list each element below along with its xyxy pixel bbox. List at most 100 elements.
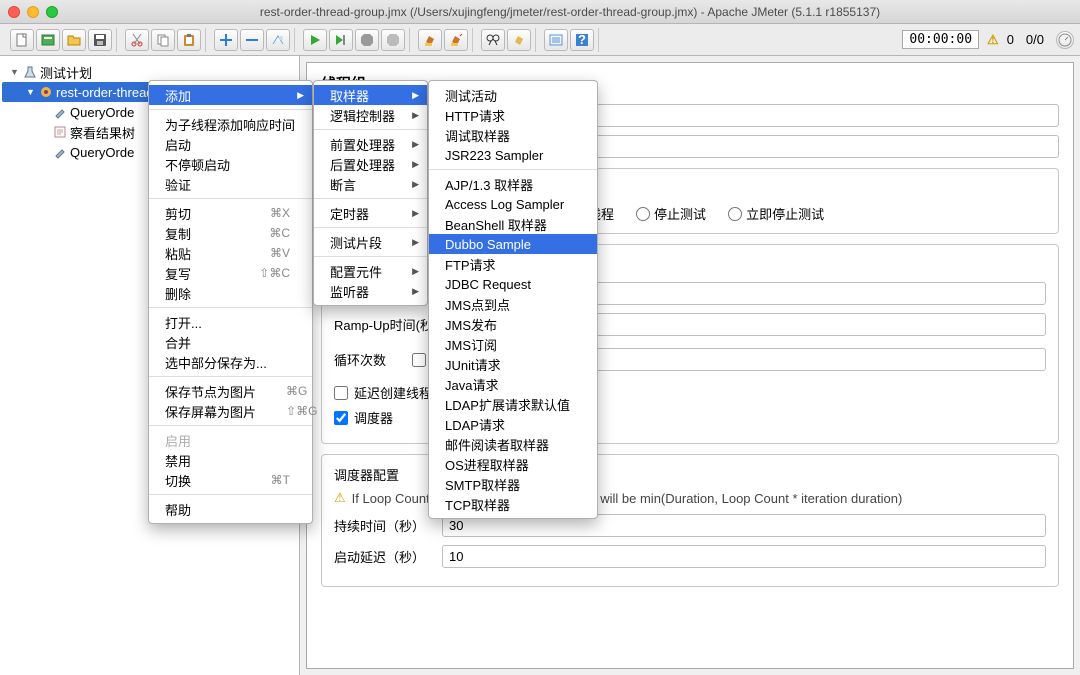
clear-button[interactable] bbox=[418, 29, 442, 51]
reset-search-button[interactable] bbox=[507, 29, 531, 51]
menu-item[interactable]: 删除 bbox=[149, 283, 312, 303]
menu-item[interactable]: 定时器 bbox=[314, 203, 427, 223]
templates-button[interactable] bbox=[36, 29, 60, 51]
menu-item[interactable]: 合并 bbox=[149, 332, 312, 352]
menu-item[interactable]: JSR223 Sampler bbox=[429, 145, 597, 165]
context-menu[interactable]: 添加为子线程添加响应时间启动不停顿启动验证剪切⌘X复制⌘C粘贴⌘V复写⇧⌘C删除… bbox=[148, 80, 313, 524]
thread-count: 0/0 bbox=[1026, 32, 1044, 47]
close-icon[interactable] bbox=[8, 6, 20, 18]
menu-item[interactable]: 复制⌘C bbox=[149, 223, 312, 243]
menu-item[interactable]: 保存屏幕为图片⇧⌘G bbox=[149, 401, 312, 421]
menu-item[interactable]: 禁用 bbox=[149, 450, 312, 470]
beaker-icon bbox=[22, 64, 38, 80]
forever-checkbox[interactable] bbox=[412, 353, 426, 367]
svg-text:?: ? bbox=[578, 32, 586, 47]
menu-item[interactable]: 调试取样器 bbox=[429, 125, 597, 145]
menu-item[interactable]: JMS点到点 bbox=[429, 294, 597, 314]
menu-item[interactable]: Dubbo Sample bbox=[429, 234, 597, 254]
menu-item[interactable]: SMTP取样器 bbox=[429, 474, 597, 494]
menu-item[interactable]: 粘贴⌘V bbox=[149, 243, 312, 263]
tree-label: QueryOrde bbox=[70, 145, 134, 160]
menu-item[interactable]: 监听器 bbox=[314, 281, 427, 301]
menu-item[interactable]: JMS发布 bbox=[429, 314, 597, 334]
window-title: rest-order-thread-group.jmx (/Users/xuji… bbox=[68, 5, 1072, 19]
maximize-icon[interactable] bbox=[46, 6, 58, 18]
menu-item[interactable]: OS进程取样器 bbox=[429, 454, 597, 474]
menu-item[interactable]: 启用 bbox=[149, 430, 312, 450]
open-button[interactable] bbox=[62, 29, 86, 51]
toolbar: ? 00:00:00 ⚠ 0 0/0 bbox=[0, 24, 1080, 56]
menu-item[interactable]: FTP请求 bbox=[429, 254, 597, 274]
submenu-add[interactable]: 取样器逻辑控制器前置处理器后置处理器断言定时器测试片段配置元件监听器 bbox=[313, 80, 428, 306]
pipette-icon bbox=[52, 104, 68, 120]
menu-item[interactable]: 选中部分保存为... bbox=[149, 352, 312, 372]
help-button[interactable]: ? bbox=[570, 29, 594, 51]
stop-button[interactable] bbox=[355, 29, 379, 51]
cut-button[interactable] bbox=[125, 29, 149, 51]
shutdown-button[interactable] bbox=[381, 29, 405, 51]
menu-item[interactable]: 后置处理器 bbox=[314, 154, 427, 174]
collapse-button[interactable] bbox=[240, 29, 264, 51]
tree-node-plan[interactable]: ▼ 测试计划 bbox=[2, 62, 297, 82]
menu-item[interactable]: 邮件阅读者取样器 bbox=[429, 434, 597, 454]
menu-item[interactable]: 前置处理器 bbox=[314, 134, 427, 154]
menu-item[interactable]: 测试活动 bbox=[429, 85, 597, 105]
menu-item[interactable]: HTTP请求 bbox=[429, 105, 597, 125]
menu-item[interactable]: Java请求 bbox=[429, 374, 597, 394]
radio-stop-test[interactable] bbox=[636, 207, 650, 221]
copy-button[interactable] bbox=[151, 29, 175, 51]
expand-button[interactable] bbox=[214, 29, 238, 51]
menu-item[interactable]: LDAP扩展请求默认值 bbox=[429, 394, 597, 414]
paste-button[interactable] bbox=[177, 29, 201, 51]
menu-item[interactable]: 保存节点为图片⌘G bbox=[149, 381, 312, 401]
function-helper-button[interactable] bbox=[544, 29, 568, 51]
warning-icon: ⚠ bbox=[334, 490, 346, 506]
chevron-down-icon[interactable]: ▼ bbox=[10, 67, 20, 77]
menu-item[interactable]: BeanShell 取样器 bbox=[429, 214, 597, 234]
menu-item[interactable]: 配置元件 bbox=[314, 261, 427, 281]
menu-item[interactable]: Access Log Sampler bbox=[429, 194, 597, 214]
minimize-icon[interactable] bbox=[27, 6, 39, 18]
tree-label: 测试计划 bbox=[40, 63, 92, 82]
warning-count: 0 bbox=[1007, 32, 1014, 47]
toggle-button[interactable] bbox=[266, 29, 290, 51]
menu-item[interactable]: 为子线程添加响应时间 bbox=[149, 114, 312, 134]
menu-item[interactable]: 取样器 bbox=[314, 85, 427, 105]
menu-item[interactable]: JDBC Request bbox=[429, 274, 597, 294]
menu-item[interactable]: 帮助 bbox=[149, 499, 312, 519]
menu-item[interactable]: AJP/1.3 取样器 bbox=[429, 174, 597, 194]
menu-item[interactable]: 逻辑控制器 bbox=[314, 105, 427, 125]
new-button[interactable] bbox=[10, 29, 34, 51]
start-button[interactable] bbox=[303, 29, 327, 51]
menu-item[interactable]: 剪切⌘X bbox=[149, 203, 312, 223]
menu-item[interactable]: 启动 bbox=[149, 134, 312, 154]
menu-item[interactable]: 断言 bbox=[314, 174, 427, 194]
menu-item[interactable]: TCP取样器 bbox=[429, 494, 597, 514]
gauge-icon[interactable] bbox=[1056, 31, 1074, 49]
menu-item[interactable]: 测试片段 bbox=[314, 232, 427, 252]
menu-item[interactable]: 切换⌘T bbox=[149, 470, 312, 490]
menu-item[interactable]: JMS订阅 bbox=[429, 334, 597, 354]
menu-item[interactable]: 复写⇧⌘C bbox=[149, 263, 312, 283]
scheduler-checkbox[interactable] bbox=[334, 411, 348, 425]
menu-item[interactable]: 不停顿启动 bbox=[149, 154, 312, 174]
save-button[interactable] bbox=[88, 29, 112, 51]
chevron-down-icon[interactable]: ▼ bbox=[26, 87, 36, 97]
start-no-pause-button[interactable] bbox=[329, 29, 353, 51]
menu-item[interactable]: 打开... bbox=[149, 312, 312, 332]
clear-all-button[interactable] bbox=[444, 29, 468, 51]
search-button[interactable] bbox=[481, 29, 505, 51]
menu-item[interactable]: LDAP请求 bbox=[429, 414, 597, 434]
startup-delay-field[interactable] bbox=[442, 545, 1046, 568]
delay-create-checkbox[interactable] bbox=[334, 386, 348, 400]
radio-stop-now[interactable] bbox=[728, 207, 742, 221]
menu-item[interactable]: JUnit请求 bbox=[429, 354, 597, 374]
elapsed-time: 00:00:00 bbox=[902, 30, 979, 49]
pipette-icon bbox=[52, 144, 68, 160]
tree-label: QueryOrde bbox=[70, 105, 134, 120]
thread-group-icon bbox=[38, 84, 54, 100]
submenu-sampler[interactable]: 测试活动HTTP请求调试取样器JSR223 Sampler AJP/1.3 取样器… bbox=[428, 80, 598, 519]
warning-icon: ⚠ bbox=[987, 32, 999, 48]
menu-item[interactable]: 添加 bbox=[149, 85, 312, 105]
menu-item[interactable]: 验证 bbox=[149, 174, 312, 194]
